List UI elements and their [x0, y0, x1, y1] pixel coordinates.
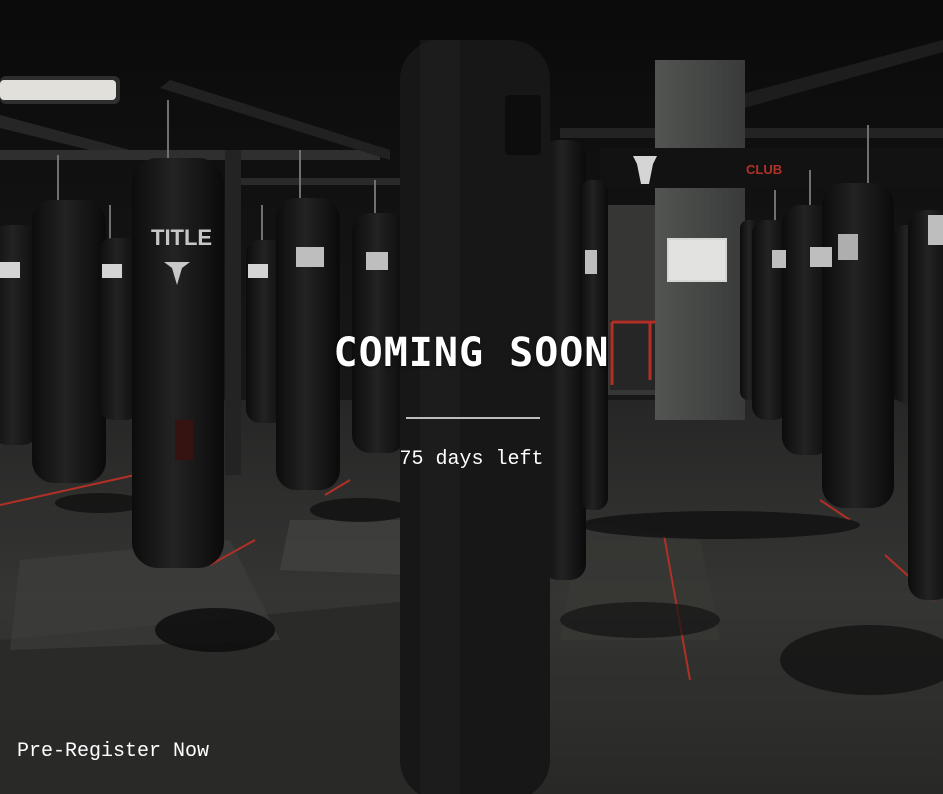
coming-soon-heading: COMING SOON [333, 330, 610, 376]
heading-divider [406, 417, 540, 419]
pre-register-link[interactable]: Pre-Register Now [17, 740, 209, 763]
countdown-text: 75 days left [399, 448, 544, 471]
darken-overlay [0, 0, 943, 794]
